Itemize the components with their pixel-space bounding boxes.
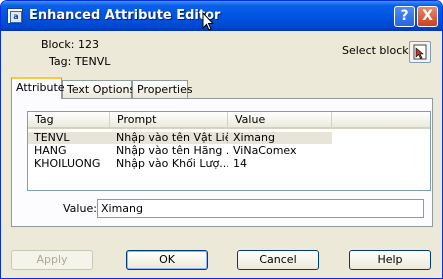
cancel-button[interactable]: Cancel (237, 250, 319, 270)
attribute-editor-icon: a (7, 8, 23, 24)
row-tag: TENVL (34, 132, 70, 144)
help-button[interactable]: Help (349, 250, 431, 270)
row-value: Ximang (233, 132, 276, 144)
table-row[interactable]: TENVL Nhập vào tên Vật Liệu Ximang (28, 132, 332, 144)
row-value: ViNaComex (233, 145, 297, 157)
row-prompt: Nhập vào tên Vật Liệu (116, 132, 228, 144)
attribute-list[interactable]: Tag Prompt Value TENVL Nhập vào tên Vật … (27, 111, 431, 191)
attribute-list-header: Tag Prompt Value (28, 112, 430, 129)
close-button[interactable]: X (417, 6, 438, 27)
tag-name-label: Tag: TENVL (49, 55, 111, 68)
select-block-button[interactable] (409, 41, 431, 63)
row-prompt: Nhập vào Khối Lượ... (116, 158, 228, 170)
column-header-value[interactable]: Value (228, 112, 332, 127)
tab-attribute[interactable]: Attribute (11, 77, 65, 99)
row-prompt: Nhập vào tên Hãng ... (116, 145, 228, 157)
window-title: Enhanced Attribute Editor (29, 8, 221, 23)
title-bar[interactable]: a Enhanced Attribute Editor ? X (1, 1, 442, 31)
tab-text-options[interactable]: Text Options (62, 80, 135, 98)
tab-properties[interactable]: Properties (132, 80, 193, 98)
column-header-tag[interactable]: Tag (28, 112, 110, 127)
row-value: 14 (233, 158, 247, 170)
block-name-label: Block: 123 (41, 38, 99, 51)
row-tag: HANG (34, 145, 67, 157)
title-help-button[interactable]: ? (394, 6, 415, 27)
table-row[interactable]: HANG Nhập vào tên Hãng ... ViNaComex (28, 145, 332, 157)
pick-block-cursor-icon (413, 44, 427, 60)
ok-button[interactable]: OK (126, 250, 208, 270)
column-header-prompt[interactable]: Prompt (110, 112, 228, 127)
enhanced-attribute-editor-dialog: a Enhanced Attribute Editor ? X Block: 1… (0, 0, 443, 279)
value-input[interactable]: Ximang (97, 199, 424, 218)
value-label: Value: (63, 202, 97, 215)
row-tag: KHOILUONG (34, 158, 101, 170)
select-block-label: Select block (342, 44, 409, 57)
apply-button[interactable]: Apply (11, 250, 93, 270)
mouse-pointer-icon (202, 12, 215, 31)
table-row[interactable]: KHOILUONG Nhập vào Khối Lượ... 14 (28, 158, 332, 170)
